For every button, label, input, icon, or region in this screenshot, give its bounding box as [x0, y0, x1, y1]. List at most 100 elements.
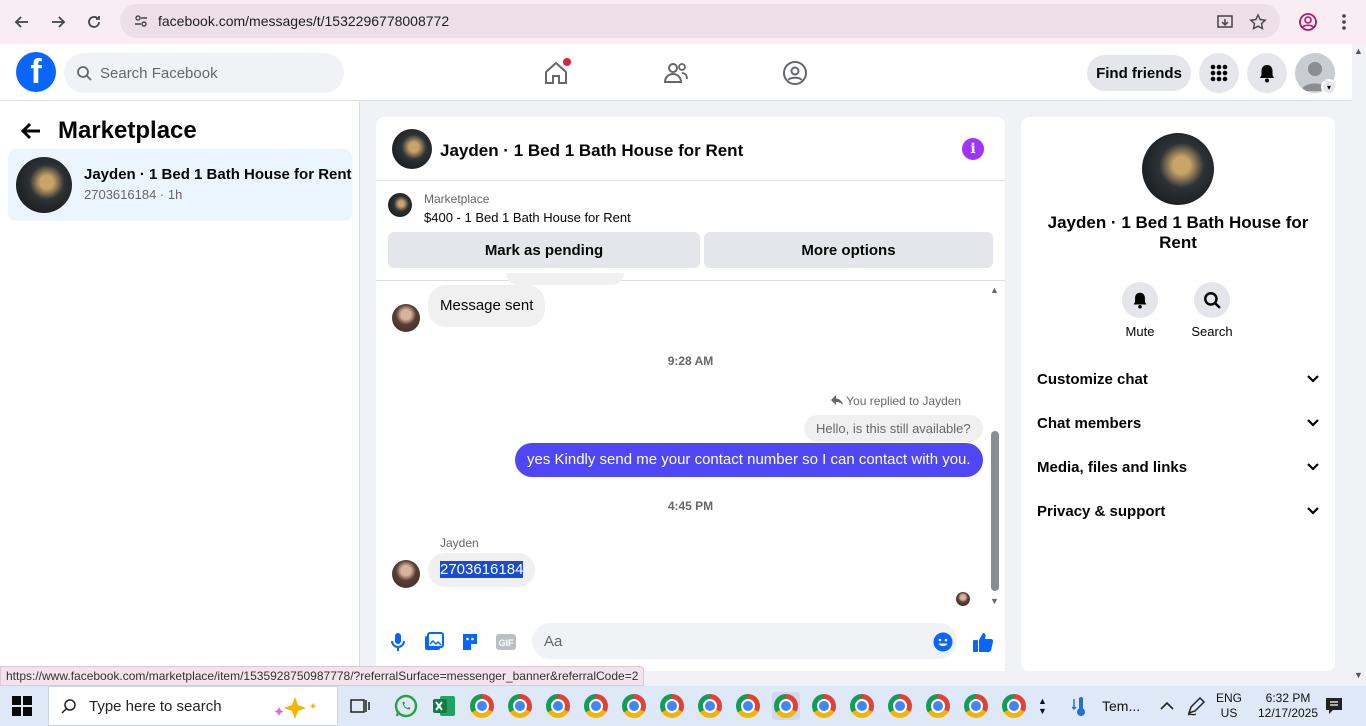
previous-bubble-edge: [506, 273, 624, 285]
chrome-icon[interactable]: [696, 692, 724, 720]
thermometer-icon: [1072, 697, 1085, 716]
scroll-up-icon[interactable]: ▲: [990, 285, 999, 295]
facebook-top-nav: f Search Facebook Find friends ▾: [0, 44, 1352, 101]
facebook-logo-icon[interactable]: f: [16, 52, 56, 92]
excel-icon[interactable]: [430, 692, 458, 720]
conversation-info-icon[interactable]: i: [962, 138, 984, 160]
chat-title[interactable]: Jayden · 1 Bed 1 Bath House for Rent: [440, 141, 743, 161]
hidden-icons-chevron-icon[interactable]: [1160, 686, 1174, 726]
message-list[interactable]: Message sent 9:28 AM You replied to Jayd…: [376, 273, 1005, 611]
chrome-icon[interactable]: [734, 692, 762, 720]
chrome-icon[interactable]: [848, 692, 876, 720]
chrome-icon[interactable]: [506, 692, 534, 720]
taskbar-overflow[interactable]: ▲ ▼: [1038, 686, 1047, 726]
install-app-icon[interactable]: [1211, 8, 1239, 36]
scroll-down-icon[interactable]: ▼: [990, 596, 999, 606]
account-chevron-icon[interactable]: ▾: [1321, 79, 1337, 95]
chrome-icon[interactable]: [810, 692, 838, 720]
chevron-down-icon[interactable]: ▼: [1038, 706, 1047, 716]
link-status-bar: https://www.facebook.com/marketplace/ite…: [0, 666, 645, 686]
menu-grid-icon[interactable]: [1199, 53, 1239, 93]
quoted-message[interactable]: Hello, is this still available?: [804, 415, 983, 442]
windows-start-icon[interactable]: [12, 696, 32, 716]
address-bar[interactable]: facebook.com/messages/t/1532296778008772: [120, 4, 1280, 38]
chrome-icon[interactable]: [962, 692, 990, 720]
chevron-down-icon: [1307, 463, 1319, 471]
mute-bell-icon[interactable]: [1122, 282, 1158, 318]
search-icon: [61, 699, 76, 714]
friends-icon[interactable]: [661, 58, 691, 88]
search-icon: [77, 66, 92, 81]
back-icon[interactable]: [4, 4, 40, 40]
chat-panel: Jayden · 1 Bed 1 Bath House for Rent i M…: [376, 117, 1005, 671]
chrome-icon[interactable]: [772, 692, 800, 720]
language-indicator[interactable]: ENG US: [1216, 686, 1242, 726]
pen-icon[interactable]: [1186, 686, 1206, 726]
home-icon[interactable]: [541, 58, 571, 88]
section-label: Media, files and links: [1037, 458, 1188, 476]
sticker-icon[interactable]: [458, 630, 482, 654]
emoji-icon[interactable]: [931, 630, 955, 654]
groups-icon[interactable]: [780, 58, 810, 88]
chrome-icon[interactable]: [924, 692, 952, 720]
more-options-button[interactable]: More options: [704, 232, 993, 268]
mute-button[interactable]: Mute: [1110, 282, 1170, 339]
microphone-icon[interactable]: [386, 630, 410, 654]
weather-widget[interactable]: Tem...: [1072, 686, 1140, 726]
conversation-item[interactable]: Jayden · 1 Bed 1 Bath House for Rent 270…: [8, 149, 352, 221]
whatsapp-icon[interactable]: [392, 692, 420, 720]
clock[interactable]: 6:32 PM 12/17/2025: [1254, 686, 1322, 726]
chat-members-row[interactable]: Chat members: [1037, 409, 1319, 437]
item-link[interactable]: $400 - 1 Bed 1 Bath House for Rent: [424, 210, 631, 225]
section-label: Customize chat: [1037, 370, 1148, 388]
like-thumbs-up-icon[interactable]: [971, 630, 995, 654]
contact-avatar[interactable]: [392, 304, 420, 332]
gif-icon[interactable]: GIF: [494, 630, 518, 654]
search-in-conversation-button[interactable]: Search: [1182, 282, 1242, 339]
chrome-icon[interactable]: [468, 692, 496, 720]
notification-center-icon[interactable]: [1324, 686, 1344, 726]
media-files-links-row[interactable]: Media, files and links: [1037, 453, 1319, 481]
chrome-icon[interactable]: [658, 692, 686, 720]
bookmark-star-icon[interactable]: [1244, 8, 1272, 36]
chrome-icon[interactable]: [544, 692, 572, 720]
find-friends-button[interactable]: Find friends: [1087, 55, 1191, 91]
search-icon[interactable]: [1194, 282, 1230, 318]
chat-thumbnail[interactable]: [392, 129, 432, 169]
forward-icon[interactable]: [40, 4, 76, 40]
facebook-search-input[interactable]: Search Facebook: [64, 53, 344, 93]
item-thumbnail[interactable]: [388, 193, 412, 217]
profile-icon[interactable]: [1294, 8, 1322, 36]
page-scrollbar[interactable]: ▲ ▼: [1352, 44, 1366, 684]
back-arrow-icon[interactable]: [20, 121, 42, 141]
chrome-icon[interactable]: [582, 692, 610, 720]
chevron-up-icon[interactable]: ▲: [1038, 696, 1047, 706]
chrome-icon[interactable]: [1000, 692, 1028, 720]
taskbar-search-input[interactable]: Type here to search: [48, 686, 338, 726]
chrome-icon[interactable]: [620, 692, 648, 720]
scroll-down-icon[interactable]: ▼: [1354, 670, 1363, 680]
conversation-subtitle: 2703616184 · 1h: [84, 187, 183, 202]
chrome-icon[interactable]: [886, 692, 914, 720]
mute-label: Mute: [1125, 324, 1155, 339]
site-info-icon[interactable]: [134, 14, 148, 28]
customize-chat-row[interactable]: Customize chat: [1037, 365, 1319, 393]
scrollbar-thumb[interactable]: [991, 431, 999, 591]
windows-taskbar: Type here to search ▲ ▼ Tem... ENG US 6:…: [0, 686, 1366, 726]
reply-label: You replied to Jayden: [831, 394, 961, 408]
reply-icon: [831, 395, 843, 405]
photo-icon[interactable]: [422, 630, 446, 654]
reload-icon[interactable]: [76, 4, 112, 40]
timestamp: 4:45 PM: [667, 499, 714, 513]
privacy-support-row[interactable]: Privacy & support: [1037, 497, 1319, 525]
conversation-avatar[interactable]: [1142, 133, 1214, 205]
message-input[interactable]: Aa: [532, 623, 957, 659]
selected-phone-number: 2703616184: [440, 561, 524, 578]
notification-dot: [563, 58, 571, 66]
browser-menu-icon[interactable]: [1330, 8, 1358, 36]
task-view-icon[interactable]: [346, 692, 374, 720]
scroll-up-icon[interactable]: ▲: [1354, 46, 1363, 56]
contact-avatar[interactable]: [392, 560, 420, 588]
mark-as-pending-button[interactable]: Mark as pending: [388, 232, 700, 268]
notifications-bell-icon[interactable]: [1247, 53, 1287, 93]
